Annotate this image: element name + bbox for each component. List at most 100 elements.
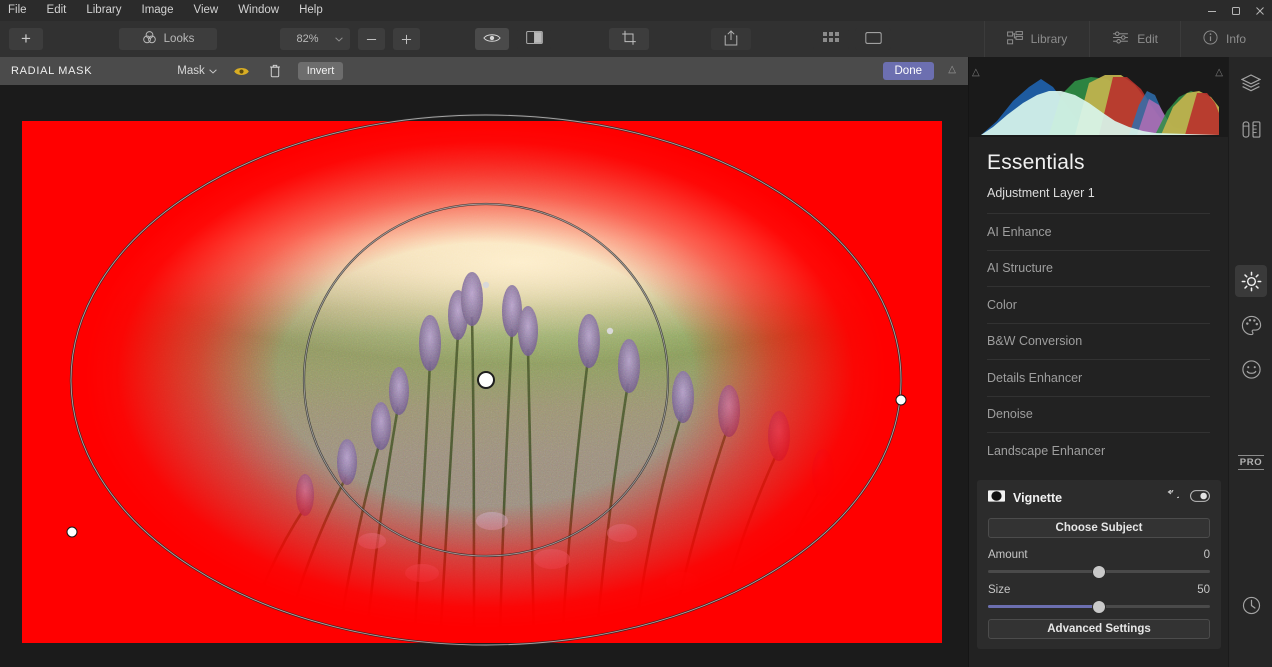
mode-edit[interactable]: Edit bbox=[1089, 21, 1180, 57]
slider-size-fill bbox=[988, 605, 1099, 608]
advanced-settings-button[interactable]: Advanced Settings bbox=[988, 619, 1210, 639]
share-icon bbox=[724, 29, 738, 49]
menu-item-image[interactable]: Image bbox=[132, 0, 184, 21]
menu-item-edit[interactable]: Edit bbox=[37, 0, 77, 21]
slider-size-value: 50 bbox=[1197, 584, 1210, 596]
tool-list: AI Enhance AI Structure Color B&W Conver… bbox=[987, 213, 1210, 469]
edited-photo: lescu bbox=[22, 121, 942, 643]
image-canvas[interactable]: lescu bbox=[0, 85, 968, 667]
mode-library-label: Library bbox=[1030, 32, 1068, 46]
maximize-icon[interactable] bbox=[1224, 0, 1248, 21]
zoom-out-button[interactable] bbox=[358, 28, 385, 50]
slider-size-track[interactable] bbox=[988, 600, 1210, 613]
slider-amount-value: 0 bbox=[1203, 549, 1210, 561]
slider-amount-label: Amount bbox=[988, 549, 1028, 561]
slider-size[interactable]: Size 50 bbox=[988, 584, 1210, 613]
mask-mode-dropdown[interactable]: Mask bbox=[177, 65, 217, 77]
slider-size-knob[interactable] bbox=[1093, 600, 1105, 613]
luminar-window: File Edit Library Image View Window Help… bbox=[0, 0, 1272, 667]
tool-details-enhancer[interactable]: Details Enhancer bbox=[987, 359, 1210, 396]
tool-landscape-enhancer[interactable]: Landscape Enhancer bbox=[987, 432, 1210, 469]
main-toolbar: + Looks 82% Library Edit Info bbox=[0, 21, 1272, 57]
sliders-icon bbox=[1112, 31, 1129, 47]
panel-collapse-icon[interactable]: △ bbox=[948, 64, 956, 75]
tools-icon[interactable] bbox=[1235, 113, 1267, 145]
done-button[interactable]: Done bbox=[882, 62, 934, 80]
radial-mask-toolbar: RADIAL MASK Mask Invert Done △ bbox=[0, 57, 968, 85]
chevron-down-icon bbox=[335, 33, 343, 45]
layers-icon[interactable] bbox=[1235, 67, 1267, 99]
layer-name[interactable]: Adjustment Layer 1 bbox=[987, 186, 1210, 200]
tool-denoise[interactable]: Denoise bbox=[987, 395, 1210, 433]
menu-item-help[interactable]: Help bbox=[289, 0, 333, 21]
grid-icon bbox=[823, 32, 839, 46]
portrait-face-icon[interactable] bbox=[1235, 353, 1267, 385]
looks-icon bbox=[142, 30, 157, 48]
crop-icon bbox=[621, 30, 637, 49]
zoom-in-button[interactable] bbox=[393, 28, 420, 50]
plus-icon bbox=[401, 34, 412, 44]
crop-button[interactable] bbox=[609, 28, 649, 50]
histogram-plot bbox=[981, 75, 1219, 135]
histogram[interactable]: △ △ bbox=[969, 57, 1229, 137]
library-icon bbox=[1006, 30, 1023, 48]
trash-icon[interactable] bbox=[267, 63, 283, 79]
mode-edit-label: Edit bbox=[1137, 32, 1158, 46]
mask-mode-label: Mask bbox=[177, 65, 205, 77]
preview-toggle-button[interactable] bbox=[475, 28, 509, 50]
mode-info-label: Info bbox=[1225, 32, 1246, 46]
vignette-header[interactable]: Vignette bbox=[988, 487, 1210, 507]
zoom-level-value: 82% bbox=[296, 33, 319, 45]
slider-amount-track[interactable] bbox=[988, 565, 1210, 578]
mode-library[interactable]: Library bbox=[983, 21, 1090, 57]
creative-palette-icon[interactable] bbox=[1235, 309, 1267, 341]
window-controls bbox=[1200, 0, 1272, 21]
vignette-tool-panel: Vignette Choose Subject Amount 0 Size 50… bbox=[977, 480, 1221, 649]
pro-badge[interactable]: PRO bbox=[1238, 455, 1264, 470]
menu-item-view[interactable]: View bbox=[183, 0, 228, 21]
preview-eye-icon bbox=[483, 32, 501, 47]
slider-size-label: Size bbox=[988, 584, 1011, 596]
menu-item-library[interactable]: Library bbox=[76, 0, 131, 21]
menu-item-window[interactable]: Window bbox=[228, 0, 289, 21]
invert-button[interactable]: Invert bbox=[297, 62, 344, 80]
vignette-title: Vignette bbox=[1013, 491, 1063, 505]
radial-mask-red-edge bbox=[22, 121, 942, 643]
menu-bar: File Edit Library Image View Window Help bbox=[0, 0, 1272, 21]
essentials-sun-icon[interactable] bbox=[1235, 265, 1267, 297]
mask-visibility-icon[interactable] bbox=[234, 63, 250, 79]
menu-item-file[interactable]: File bbox=[0, 0, 37, 21]
radial-mask-title: RADIAL MASK bbox=[11, 65, 93, 77]
looks-label: Looks bbox=[163, 33, 195, 45]
minus-icon bbox=[366, 38, 377, 40]
vignette-icon bbox=[988, 489, 1005, 507]
looks-button[interactable]: Looks bbox=[119, 28, 217, 50]
compare-split-button[interactable] bbox=[517, 28, 551, 50]
page-title: Essentials bbox=[987, 151, 1085, 174]
minimize-icon[interactable] bbox=[1200, 0, 1224, 21]
tool-color[interactable]: Color bbox=[987, 286, 1210, 323]
history-clock-icon[interactable] bbox=[1235, 589, 1267, 621]
slider-amount-knob[interactable] bbox=[1093, 565, 1105, 578]
share-button[interactable] bbox=[711, 28, 751, 50]
fullscreen-button[interactable] bbox=[855, 28, 891, 50]
tool-bw-conversion[interactable]: B&W Conversion bbox=[987, 322, 1210, 360]
mode-switcher: Library Edit Info bbox=[983, 21, 1272, 57]
add-button[interactable]: + bbox=[9, 28, 43, 50]
tool-ai-enhance[interactable]: AI Enhance bbox=[987, 213, 1210, 250]
reset-arrow-icon[interactable] bbox=[1166, 487, 1183, 507]
grid-view-button[interactable] bbox=[813, 28, 849, 50]
mode-info[interactable]: Info bbox=[1179, 21, 1272, 57]
fullscreen-icon bbox=[864, 31, 882, 47]
zoom-level-select[interactable]: 82% bbox=[280, 28, 350, 50]
close-icon[interactable] bbox=[1248, 0, 1272, 21]
slider-amount[interactable]: Amount 0 bbox=[988, 549, 1210, 578]
tool-rail: PRO bbox=[1228, 57, 1272, 667]
panel-header: Essentials Adjustment Layer 1 bbox=[969, 137, 1228, 200]
info-icon bbox=[1203, 30, 1218, 48]
toggle-on-icon[interactable] bbox=[1190, 489, 1210, 507]
chevron-down-icon bbox=[209, 65, 217, 77]
compare-split-icon bbox=[525, 31, 543, 47]
choose-subject-button[interactable]: Choose Subject bbox=[988, 518, 1210, 538]
tool-ai-structure[interactable]: AI Structure bbox=[987, 249, 1210, 287]
